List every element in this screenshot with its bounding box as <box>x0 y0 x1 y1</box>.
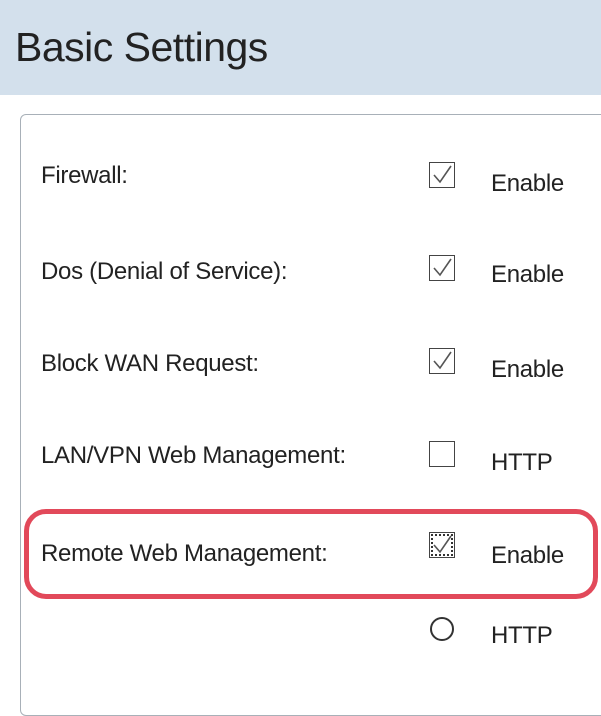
header-bar: Basic Settings <box>0 0 601 95</box>
dos-label: Dos (Denial of Service): <box>41 258 288 285</box>
remote-web-management-enable-label: Enable <box>491 542 564 569</box>
remote-http-label: HTTP <box>491 622 553 649</box>
dos-enable-label: Enable <box>491 261 564 288</box>
block-wan-request-enable-checkbox[interactable] <box>429 348 455 374</box>
lan-vpn-http-checkbox[interactable] <box>429 441 455 467</box>
dos-enable-checkbox[interactable] <box>429 255 455 281</box>
lan-vpn-http-label: HTTP <box>491 449 553 476</box>
firewall-enable-checkbox[interactable] <box>429 162 455 188</box>
lan-vpn-web-management-label: LAN/VPN Web Management: <box>41 442 346 469</box>
remote-http-radio[interactable] <box>430 617 454 641</box>
checkmark-icon <box>433 535 452 554</box>
firewall-enable-label: Enable <box>491 170 564 197</box>
block-wan-request-label: Block WAN Request: <box>41 350 259 377</box>
remote-web-management-label: Remote Web Management: <box>41 540 328 567</box>
remote-web-management-enable-checkbox[interactable] <box>429 532 455 558</box>
firewall-label: Firewall: <box>41 162 128 189</box>
block-wan-request-enable-label: Enable <box>491 356 564 383</box>
page-title: Basic Settings <box>15 24 268 70</box>
checkmark-icon <box>433 351 452 370</box>
checkmark-icon <box>433 165 452 184</box>
checkmark-icon <box>433 258 452 277</box>
